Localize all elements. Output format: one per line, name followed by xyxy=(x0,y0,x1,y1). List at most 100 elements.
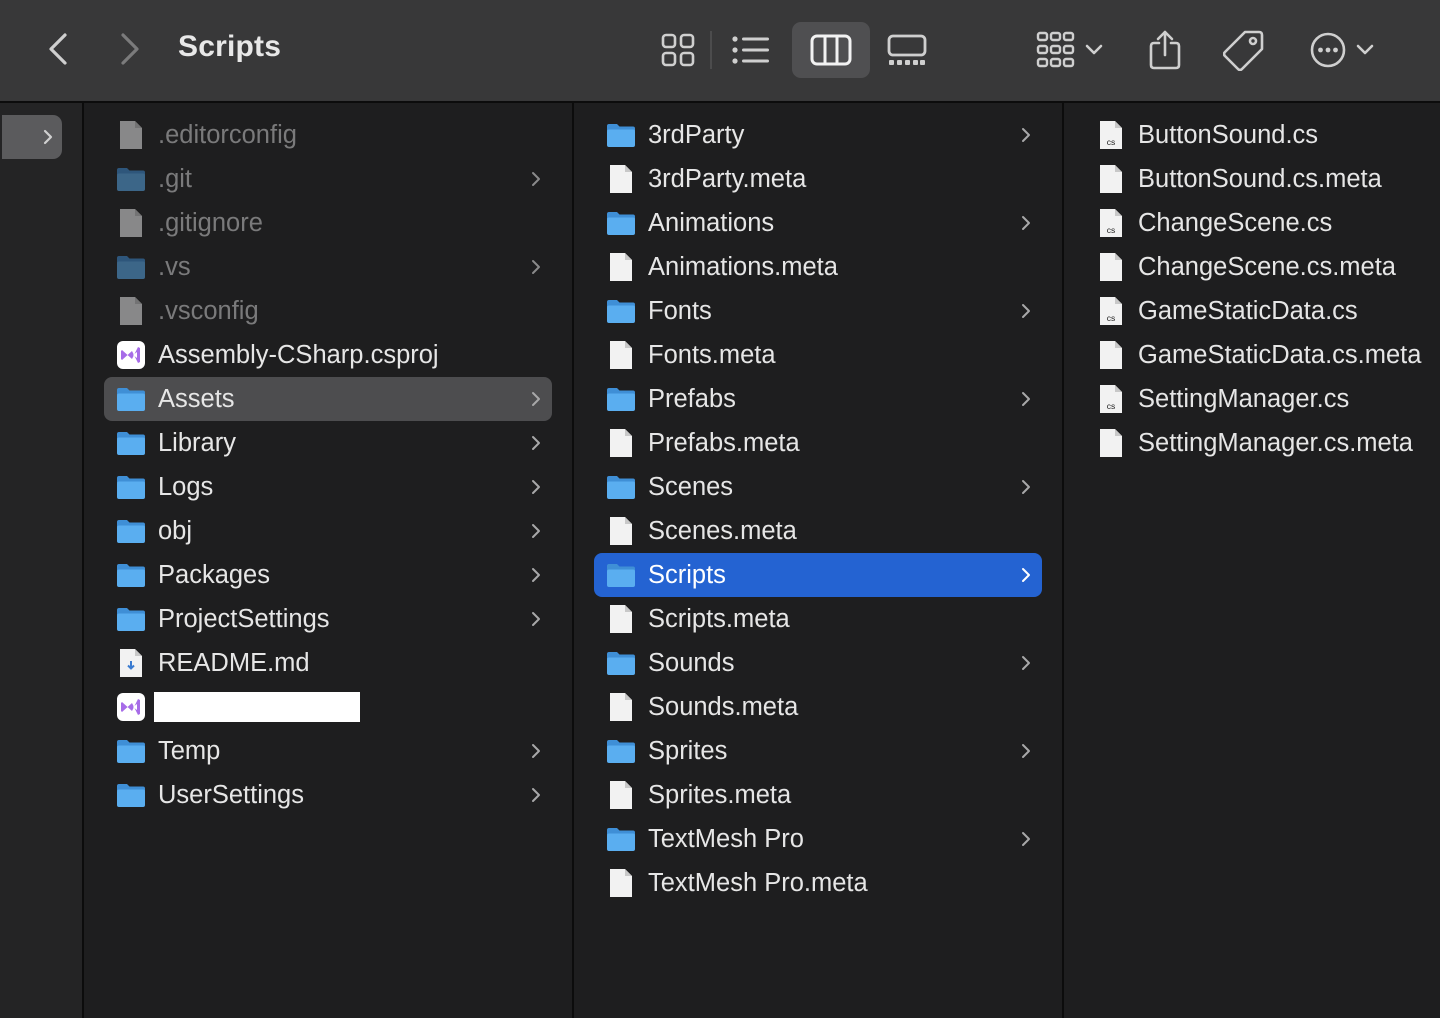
parent-folder-row[interactable] xyxy=(2,115,62,159)
chevron-right-icon xyxy=(532,172,540,186)
forward-button[interactable] xyxy=(106,26,154,72)
list-view-button[interactable] xyxy=(722,24,780,76)
item-icon xyxy=(116,472,146,502)
file-row[interactable]: TextMesh Pro.meta xyxy=(594,861,1042,905)
file-row[interactable]: Animations.meta xyxy=(594,245,1042,289)
item-icon xyxy=(606,164,636,194)
folder-row[interactable]: UserSettings xyxy=(104,773,552,817)
folder-row[interactable]: Scenes xyxy=(594,465,1042,509)
tag-button[interactable] xyxy=(1214,22,1274,78)
file-row[interactable]: cs ChangeScene.cs xyxy=(1084,201,1440,245)
item-icon xyxy=(606,824,636,854)
file-row[interactable]: Sprites.meta xyxy=(594,773,1042,817)
gallery-view-button[interactable] xyxy=(878,24,936,76)
item-icon xyxy=(116,340,146,370)
folder-icon xyxy=(117,256,145,279)
columns-icon xyxy=(810,34,852,66)
folder-icon xyxy=(607,212,635,235)
file-row[interactable]: cs GameStaticData.cs xyxy=(1084,289,1440,333)
back-button[interactable] xyxy=(34,26,82,72)
folder-row[interactable]: Prefabs xyxy=(594,377,1042,421)
item-name: Library xyxy=(158,428,236,457)
folder-row[interactable]: 3rdParty xyxy=(594,113,1042,157)
item-name: Scenes.meta xyxy=(648,516,797,545)
item-icon xyxy=(1096,340,1126,370)
item-name: .editorconfig xyxy=(158,120,297,149)
finder-toolbar: Scripts xyxy=(0,0,1440,103)
folder-icon xyxy=(117,520,145,543)
item-icon: cs xyxy=(1096,120,1126,150)
folder-row[interactable]: Assets xyxy=(104,377,552,421)
file-row[interactable]: Scenes.meta xyxy=(594,509,1042,553)
file-row[interactable]: cs ButtonSound.cs xyxy=(1084,113,1440,157)
folder-row[interactable]: ProjectSettings xyxy=(104,597,552,641)
item-name: GameStaticData.cs.meta xyxy=(1138,340,1422,369)
item-name: Prefabs.meta xyxy=(648,428,800,457)
document-icon xyxy=(120,209,142,237)
item-name: Sounds xyxy=(648,648,735,677)
item-name: TextMesh Pro xyxy=(648,824,804,853)
folder-row[interactable]: Packages xyxy=(104,553,552,597)
file-row[interactable]: ButtonSound.cs.meta xyxy=(1084,157,1440,201)
more-actions-button[interactable] xyxy=(1302,22,1382,78)
folder-row[interactable]: Fonts xyxy=(594,289,1042,333)
markdown-file-icon xyxy=(120,649,142,677)
folder-row[interactable]: TextMesh Pro xyxy=(594,817,1042,861)
file-row[interactable]: README.md xyxy=(104,641,552,685)
item-name: 3rdParty.meta xyxy=(648,164,807,193)
item-icon xyxy=(606,340,636,370)
document-icon xyxy=(1100,341,1122,369)
item-icon xyxy=(116,120,146,150)
file-row[interactable]: Assembly-CSharp.csproj xyxy=(104,333,552,377)
file-row[interactable]: Fonts.meta xyxy=(594,333,1042,377)
chevron-right-icon xyxy=(1022,744,1030,758)
share-button[interactable] xyxy=(1140,22,1190,78)
file-row[interactable]: ChangeScene.cs.meta xyxy=(1084,245,1440,289)
file-row[interactable]: cs SettingManager.cs xyxy=(1084,377,1440,421)
group-icon xyxy=(1036,31,1075,68)
folder-row[interactable]: Scripts xyxy=(594,553,1042,597)
chevron-right-icon xyxy=(532,788,540,802)
file-row[interactable]: Sounds.meta xyxy=(594,685,1042,729)
chevron-down-icon xyxy=(1356,44,1374,55)
folder-row[interactable]: Animations xyxy=(594,201,1042,245)
document-icon xyxy=(610,605,632,633)
folder-row[interactable]: Logs xyxy=(104,465,552,509)
file-row[interactable]: GameStaticData.cs.meta xyxy=(1084,333,1440,377)
item-name: Animations xyxy=(648,208,775,237)
item-icon xyxy=(116,516,146,546)
csharp-file-icon: cs xyxy=(1100,209,1122,237)
item-icon xyxy=(606,208,636,238)
group-by-button[interactable] xyxy=(1026,24,1114,76)
file-row[interactable]: SettingManager.cs.meta xyxy=(1084,421,1440,465)
item-name: Prefabs xyxy=(648,384,736,413)
item-icon xyxy=(606,296,636,326)
document-icon xyxy=(610,341,632,369)
icon-view-button[interactable] xyxy=(650,24,705,76)
tag-icon xyxy=(1223,30,1264,71)
chevron-right-icon xyxy=(1022,568,1030,582)
folder-row[interactable]: .git xyxy=(104,157,552,201)
file-row[interactable]: .gitignore xyxy=(104,201,552,245)
file-row[interactable]: Scripts.meta xyxy=(594,597,1042,641)
folder-icon xyxy=(117,432,145,455)
folder-icon xyxy=(607,564,635,587)
window-title: Scripts xyxy=(178,30,282,63)
folder-row[interactable]: Sprites xyxy=(594,729,1042,773)
item-icon xyxy=(116,780,146,810)
file-row[interactable]: 3rdParty.meta xyxy=(594,157,1042,201)
folder-row[interactable]: Library xyxy=(104,421,552,465)
folder-row[interactable]: obj xyxy=(104,509,552,553)
chevron-left-icon xyxy=(49,33,67,65)
chevron-right-icon xyxy=(1022,392,1030,406)
folder-row[interactable]: .vs xyxy=(104,245,552,289)
document-icon xyxy=(1100,253,1122,281)
folder-row[interactable]: Temp xyxy=(104,729,552,773)
item-name: Sprites xyxy=(648,736,728,765)
column-view-button[interactable] xyxy=(792,22,870,78)
file-row[interactable]: Prefabs.meta xyxy=(594,421,1042,465)
file-row[interactable]: .vsconfig xyxy=(104,289,552,333)
file-row[interactable] xyxy=(104,685,552,729)
file-row[interactable]: .editorconfig xyxy=(104,113,552,157)
folder-row[interactable]: Sounds xyxy=(594,641,1042,685)
